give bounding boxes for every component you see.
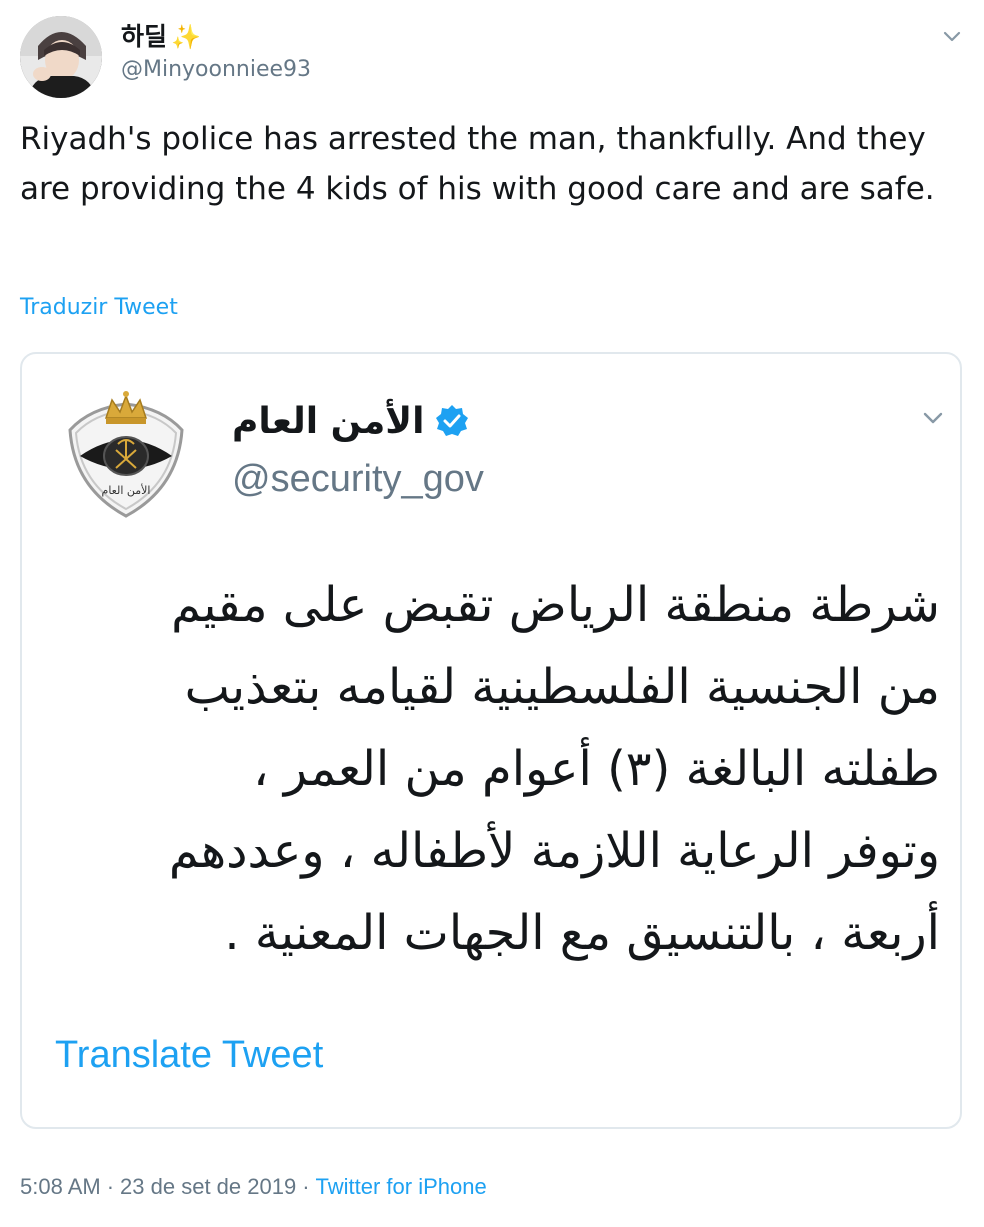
- quoted-display-name: الأمن العام: [232, 400, 425, 442]
- sparkles-icon: ✨: [171, 23, 201, 51]
- author-name-text: 하딜: [121, 22, 168, 51]
- author-handle[interactable]: @Minyoonniee93: [121, 56, 311, 84]
- tweet: 하딜 ✨ @Minyoonniee93 Riyadh's police has a…: [0, 0, 984, 1227]
- meta-separator: ·: [106, 1174, 115, 1199]
- tweet-options-button[interactable]: [938, 24, 966, 48]
- verified-badge-icon: [436, 405, 469, 436]
- quoted-text-line: وتوفر الرعاية اللازمة لأطفاله ، وعددهم: [168, 823, 940, 879]
- avatar[interactable]: [20, 16, 102, 98]
- tweet-time[interactable]: 5:08 AM: [20, 1174, 101, 1199]
- quoted-text-line: طفلته البالغة (٣) أعوام من العمر ،: [253, 741, 940, 797]
- svg-text:الأمن العام: الأمن العام: [102, 483, 151, 497]
- quoted-handle[interactable]: @security_gov: [232, 458, 484, 501]
- quoted-options-button[interactable]: [918, 406, 948, 430]
- tweet-meta: 5:08 AM · 23 de set de 2019 · Twitter for iP…: [20, 1174, 487, 1200]
- author-display-name[interactable]: 하딜 ✨: [121, 22, 201, 52]
- chevron-down-icon: [923, 412, 943, 424]
- quoted-text-line: أربعة ، بالتنسيق مع الجهات المعنية .: [224, 905, 940, 961]
- quoted-tweet-card[interactable]: الأمن العام الأمن العام @security_gov شر…: [20, 352, 962, 1129]
- tweet-source-link[interactable]: Twitter for iPhone: [316, 1174, 487, 1199]
- tweet-date[interactable]: 23 de set de 2019: [120, 1174, 296, 1199]
- quoted-tweet-text: شرطة منطقة الرياض تقبض على مقيم من الجنس…: [62, 564, 940, 974]
- quoted-author-row[interactable]: الأمن العام: [232, 396, 470, 446]
- meta-separator: ·: [302, 1174, 310, 1199]
- quoted-translate-tweet-link[interactable]: Translate Tweet: [55, 1034, 323, 1077]
- tweet-text: Riyadh's police has arrested the man, th…: [20, 121, 935, 207]
- chevron-down-icon: [943, 31, 961, 42]
- quoted-text-line: شرطة منطقة الرياض تقبض على مقيم: [171, 577, 940, 633]
- translate-tweet-link[interactable]: Traduzir Tweet: [20, 295, 178, 320]
- public-security-emblem-icon: الأمن العام: [62, 378, 190, 522]
- quoted-text-line: من الجنسية الفلسطينية لقيامه بتعذيب: [184, 659, 940, 715]
- avatar-image: [20, 16, 102, 98]
